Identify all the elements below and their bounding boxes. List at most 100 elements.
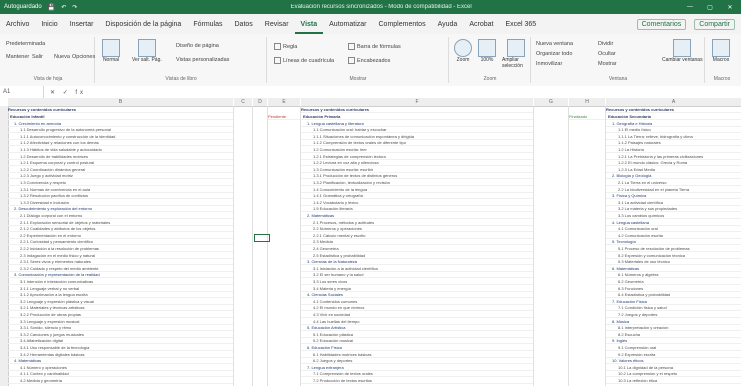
gridlines-checkbox[interactable]: Líneas de cuadrícula — [274, 57, 334, 64]
cell[interactable]: 4.1 Comunicación oral — [606, 226, 741, 233]
cell[interactable]: 1.3.2 Planificación, textualización y re… — [301, 180, 533, 186]
cell[interactable]: 1.4.1 Gramática y ortografía — [301, 193, 533, 200]
cell[interactable]: 7. Lengua extranjera — [301, 365, 533, 371]
cell[interactable]: 3. Ciencias de la Naturaleza — [301, 259, 533, 266]
cell[interactable]: 3.1 La actividad científica — [606, 200, 741, 206]
cell[interactable]: 5.3 Materiales de uso técnico — [606, 259, 741, 266]
tab-5[interactable]: Datos — [229, 21, 259, 34]
cell[interactable]: 1.1.2 Comprensión de textos orales de di… — [301, 140, 533, 147]
cell[interactable]: 1.2 Desarrollo de habilidades motrices — [8, 154, 233, 160]
cell[interactable]: Educación Primaria — [301, 114, 533, 120]
tab-0[interactable]: Archivo — [0, 21, 35, 34]
fx-icon[interactable]: ✕ ✓ fx — [44, 89, 86, 96]
new-window-button[interactable]: Nueva ventana — [536, 41, 573, 47]
cell[interactable]: 1.1 El medio físico — [606, 127, 741, 134]
share-button[interactable]: Compartir — [694, 19, 735, 30]
comments-button[interactable]: Comentarios — [636, 19, 687, 30]
cell[interactable]: 2.3 Indagación en el medio físico y natu… — [8, 253, 233, 259]
cell[interactable]: 8. Música — [606, 319, 741, 325]
page-layout-button[interactable]: Diseño de página — [176, 43, 219, 49]
cell[interactable]: 6.2 Geometría — [606, 279, 741, 285]
cell[interactable]: 3.4 Alfabetización digital — [8, 338, 233, 345]
tab-12[interactable]: Excel 365 — [499, 21, 542, 34]
cell[interactable]: 2. Descubrimiento y exploración del ento… — [8, 206, 233, 213]
sheet-view-dropdown[interactable]: Predeterminada — [6, 41, 45, 47]
new-view-button[interactable]: Nueva — [54, 54, 70, 60]
pane-header[interactable]: Recursos y contenidos curriculares — [301, 107, 533, 113]
cell[interactable]: 2.2 La biodiversidad en el planeta Tierr… — [606, 187, 741, 193]
tab-2[interactable]: Insertar — [64, 21, 100, 34]
arrange-all-button[interactable]: Organizar todo — [536, 51, 572, 57]
cell[interactable]: 2.2 Experimentación en el entorno — [8, 233, 233, 239]
cell[interactable]: 1. Crecimiento en armonía — [8, 121, 233, 127]
cell[interactable]: 3.3.2 Canciones y juegos musicales — [8, 332, 233, 338]
cell[interactable]: 2.2.1 Cálculo mental y escrito — [301, 233, 533, 239]
cell[interactable]: 1.1.1 Situaciones de comunicación espont… — [301, 134, 533, 140]
cell[interactable]: 4.2 El mundo en que vivimos — [301, 305, 533, 312]
cell[interactable]: Educación Secundaria — [606, 114, 741, 120]
cell[interactable]: 3.2.2 Producción de obras propias — [8, 312, 233, 318]
cell[interactable]: 10.1 La dignidad de la persona — [606, 365, 741, 371]
cell[interactable]: 7. Educación Física — [606, 299, 741, 305]
cell[interactable]: 3.3 Lenguaje y expresión musical — [8, 319, 233, 325]
cell[interactable]: 1.1.1 La Tierra: relieve, hidrografía y … — [606, 134, 741, 140]
cell[interactable]: 1.3.3 Diversidad e inclusión — [8, 200, 233, 206]
cell[interactable]: 2.1 La Tierra en el universo — [606, 180, 741, 186]
cell[interactable]: 2.1 Diálogo corporal con el entorno — [8, 213, 233, 219]
cell[interactable]: 7.2 Juegos y deportes — [606, 312, 741, 318]
tab-3[interactable]: Disposición de la página — [99, 21, 187, 34]
pane-header[interactable]: Recursos y contenidos curriculares — [8, 107, 233, 113]
cell[interactable]: 1.2.2 El mundo clásico: Grecia y Roma — [606, 160, 741, 167]
zoom-selection-button[interactable]: Ampliar selección — [502, 39, 530, 69]
cell[interactable]: 1.1 Comunicación oral: hablar y escuchar — [301, 127, 533, 134]
cell[interactable]: 2.3.1 Seres vivos y elementos naturales — [8, 259, 233, 266]
unhide-button[interactable]: Mostrar — [598, 61, 617, 67]
cell[interactable]: 3.2 La materia y sus propiedades — [606, 206, 741, 213]
cell[interactable]: 3.2 Lenguaje y expresión plástica y visu… — [8, 299, 233, 305]
cell[interactable]: 3.4.1 Uso responsable de la tecnología — [8, 345, 233, 351]
cell[interactable]: 2.4 Geometría — [301, 246, 533, 252]
tab-10[interactable]: Ayuda — [432, 21, 464, 34]
cell[interactable]: 10.2 La comprensión y el respeto — [606, 371, 741, 378]
cell[interactable]: 4.2 Medida y geometría — [8, 378, 233, 384]
cell[interactable]: 3.3 Los cambios químicos — [606, 213, 741, 219]
cell[interactable]: 3.1 Iniciación a la actividad científica — [301, 266, 533, 272]
cell[interactable]: 1.2 La Historia — [606, 147, 741, 153]
cell[interactable]: 3.3 Los seres vivos — [301, 279, 533, 285]
normal-view-button[interactable]: Normal — [102, 39, 120, 63]
cell[interactable]: 5.1 Proceso de resolución de problemas — [606, 246, 741, 252]
cell[interactable]: 9. Inglés — [606, 338, 741, 345]
cell[interactable]: 9.1 Comprensión oral — [606, 345, 741, 351]
cell[interactable]: 2.2 Números y operaciones — [301, 226, 533, 233]
close-button[interactable]: ✕ — [725, 4, 735, 11]
cell[interactable]: 1.2.3 Juego y actividad motriz — [8, 173, 233, 180]
cell[interactable]: 6.1 Números y álgebra — [606, 272, 741, 279]
cell[interactable]: 4. Matemáticas — [8, 358, 233, 365]
cell[interactable]: 5. Educación Artística — [301, 325, 533, 332]
cell[interactable]: 1.3 Comunicación escrita: escribir — [301, 167, 533, 173]
page-break-view-button[interactable]: Ver salt. Pág. — [132, 39, 162, 63]
selected-cell[interactable] — [254, 234, 270, 242]
cell[interactable]: 1.1.2 Paisajes naturales — [606, 140, 741, 147]
macros-button[interactable]: Macros — [712, 39, 730, 63]
worksheet-grid[interactable]: B C D E F G H A Recursos y contenidos cu… — [0, 98, 741, 386]
status-pending[interactable]: Pendiente — [268, 114, 300, 120]
cell[interactable]: 9.2 Expresión escrita — [606, 352, 741, 358]
cell[interactable]: 3.2.1 Materiales y técnicas artísticas — [8, 305, 233, 312]
cell[interactable]: 1.3.2 Resolución pacífica de conflictos — [8, 193, 233, 200]
cell[interactable]: 3. Comunicación y representación de la r… — [8, 272, 233, 279]
formula-bar-checkbox[interactable]: Barra de fórmulas — [348, 43, 401, 50]
cell[interactable]: 1.1 Desarrollo progresivo de la autonomí… — [8, 127, 233, 134]
cell[interactable]: 2. Matemáticas — [301, 213, 533, 219]
cell[interactable]: 3.2 El ser humano y la salud — [301, 272, 533, 279]
cell[interactable]: 4. Lengua castellana — [606, 220, 741, 226]
cell[interactable]: 5.1 Educación plástica — [301, 332, 533, 338]
cell[interactable]: 1.2.1 Estrategias de comprensión lectora — [301, 154, 533, 160]
cell[interactable]: 2. Biología y Geología — [606, 173, 741, 180]
cell[interactable]: 4.4 Las huellas del tiempo — [301, 319, 533, 325]
cell[interactable]: 8.1 Interpretación y creación — [606, 325, 741, 332]
cell[interactable]: 6. Educación Física — [301, 345, 533, 351]
cell[interactable]: 6.2 Juegos y deportes — [301, 358, 533, 365]
cell[interactable]: 1. Lengua castellana y literatura — [301, 121, 533, 127]
pane-header[interactable]: Recursos y contenidos curriculares — [606, 107, 741, 113]
